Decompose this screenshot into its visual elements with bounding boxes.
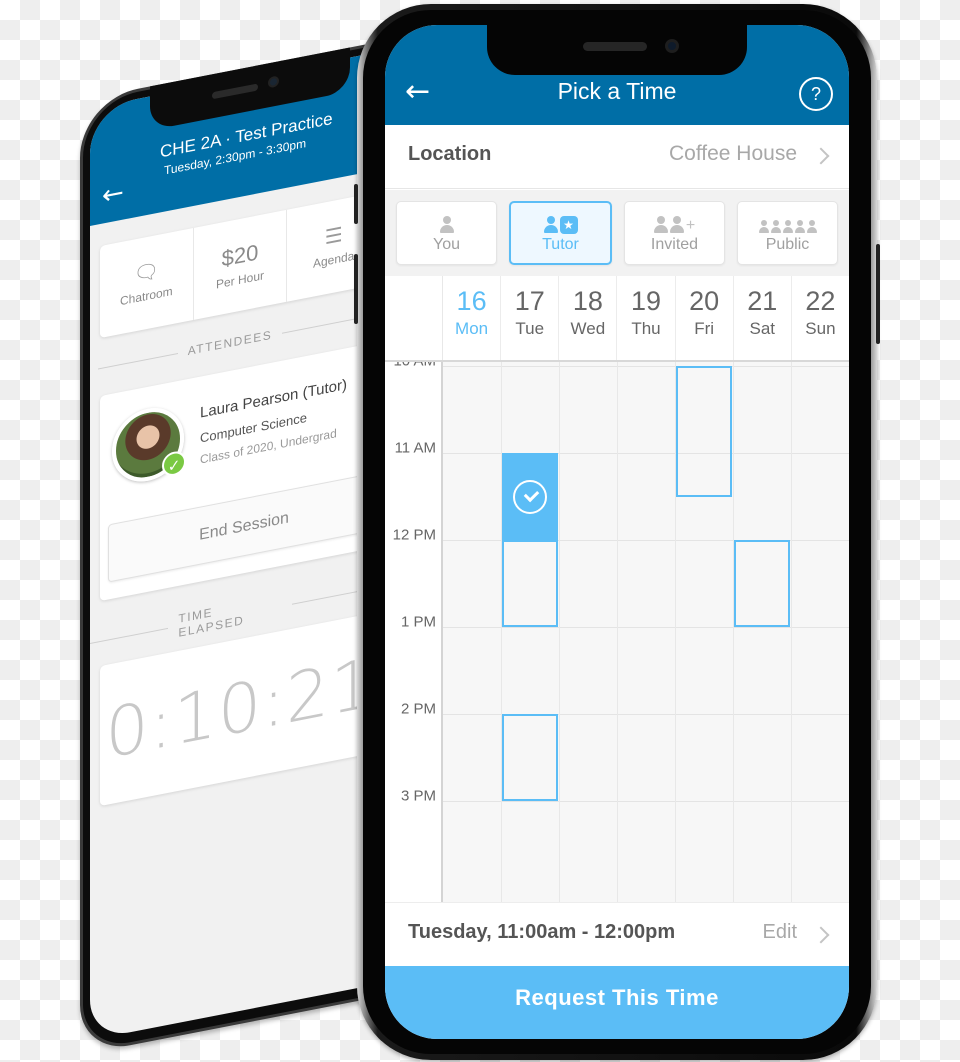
group-icon (758, 212, 817, 234)
time-label: 11 AM (394, 439, 436, 457)
time-axis: 9 AM10 AM11 AM12 PM1 PM2 PM3 PM (385, 362, 443, 902)
time-label: 12 PM (392, 526, 436, 544)
attendee-name: Laura Pearson (Tutor) (200, 376, 348, 422)
hour-gridline (443, 627, 849, 628)
tutor-avatar[interactable]: ✓ (112, 401, 186, 488)
day-column-wed[interactable]: 18 Wed (559, 276, 618, 360)
location-row[interactable]: Location Coffee House (385, 125, 849, 189)
day-gridline (733, 362, 734, 902)
day-gutter (385, 276, 443, 360)
available-time-slot[interactable] (502, 540, 558, 627)
list-icon: ☰ (324, 223, 343, 250)
location-label: Location (408, 143, 492, 165)
check-circle-icon (513, 479, 547, 514)
speaker-grille (583, 42, 647, 51)
visibility-you-button[interactable]: You (396, 201, 497, 265)
chatroom-label: Chatroom (119, 283, 173, 309)
request-time-button[interactable]: Request This Time (385, 966, 849, 1039)
session-screen: ← CHE 2A · Test Practice Tuesday, 2:30pm… (90, 53, 370, 1041)
visibility-invited-label: Invited (650, 236, 699, 253)
day-column-mon[interactable]: 16 Mon (443, 276, 502, 360)
day-number: 19 (630, 286, 662, 316)
visibility-public-button[interactable]: Public (737, 201, 838, 265)
agenda-label: Agenda (312, 248, 355, 271)
visibility-invited-button[interactable]: + Invited (624, 201, 725, 265)
page-title: Pick a Time (557, 78, 677, 104)
visibility-selector: You ★ Tutor + Invited Public (385, 190, 849, 276)
back-arrow-icon[interactable]: ← (102, 177, 124, 211)
time-label: 3 PM (400, 787, 436, 805)
day-gridline (501, 362, 502, 902)
visibility-you-label: You (433, 236, 460, 253)
phone-notch (487, 25, 747, 75)
calendar-grid[interactable]: 9 AM10 AM11 AM12 PM1 PM2 PM3 PM (385, 362, 849, 902)
chevron-right-icon (812, 147, 830, 165)
available-time-slot[interactable] (502, 714, 558, 801)
hour-gridline (443, 801, 849, 802)
available-time-slot[interactable] (734, 540, 790, 627)
help-icon[interactable]: ? (799, 77, 833, 111)
chat-bubble-icon: 🗨 (133, 259, 160, 287)
selected-time-text: Tuesday, 11:00am - 12:00pm (408, 921, 676, 943)
edit-link[interactable]: Edit (763, 921, 797, 944)
rate-value: $20 (221, 239, 259, 272)
volume-up-button (354, 254, 358, 324)
speaker-grille (212, 83, 258, 100)
available-time-slot[interactable] (676, 366, 732, 497)
day-number: 16 (456, 286, 487, 316)
chatroom-button[interactable]: 🗨 Chatroom (100, 227, 194, 339)
time-label: 2 PM (400, 700, 436, 718)
calendar-cells[interactable] (443, 362, 849, 902)
power-button (876, 244, 880, 344)
people-plus-icon: + (653, 212, 695, 234)
day-number: 20 (689, 286, 720, 316)
day-name: Wed (570, 319, 606, 338)
day-gridline (791, 362, 792, 902)
day-column-thu[interactable]: 19 Thu (617, 276, 676, 360)
rate-stat: $20 Per Hour (193, 209, 288, 320)
verified-check-icon: ✓ (162, 449, 186, 479)
time-label: 10 AM (393, 362, 436, 369)
selected-time-row[interactable]: Tuesday, 11:00am - 12:00pm Edit (385, 902, 849, 966)
day-column-fri[interactable]: 20 Fri (676, 276, 734, 360)
person-icon (439, 212, 454, 234)
tutor-star-icon: ★ (543, 212, 578, 234)
day-name: Fri (694, 319, 715, 338)
visibility-public-label: Public (765, 236, 810, 253)
pick-time-screen: ← Pick a Time ? Location Coffee House Yo… (385, 25, 849, 1039)
day-name: Mon (455, 319, 489, 338)
end-session-button[interactable]: End Session (108, 471, 370, 583)
day-number: 18 (572, 286, 603, 316)
day-name: Thu (631, 319, 661, 338)
day-column-sat[interactable]: 21 Sat (734, 276, 792, 360)
visibility-tutor-label: Tutor (542, 236, 579, 253)
day-name: Sun (805, 319, 836, 338)
day-name: Tue (515, 319, 545, 338)
day-number: 21 (747, 286, 778, 316)
day-gridline (559, 362, 560, 902)
week-days-header: 16 Mon 17 Tue 18 Wed 19 Thu 20 Fri 21 Sat 22 Sun (385, 276, 849, 362)
attendee-card: ✓ Laura Pearson (Tutor) Computer Science… (100, 341, 370, 602)
visibility-tutor-button[interactable]: ★ Tutor (509, 201, 612, 265)
session-phone-mockup: ← CHE 2A · Test Practice Tuesday, 2:30pm… (80, 0, 380, 1060)
day-column-sun[interactable]: 22 Sun (792, 276, 849, 360)
day-number: 17 (514, 286, 545, 316)
front-camera (268, 75, 279, 89)
day-name: Sat (749, 319, 776, 338)
selected-time-slot[interactable] (502, 453, 558, 540)
attendees-heading: ATTENDEES (187, 327, 273, 359)
day-gridline (617, 362, 618, 902)
time-label: 1 PM (400, 613, 436, 631)
chevron-right-icon (812, 926, 830, 944)
front-camera (665, 39, 679, 53)
pick-time-phone-mockup: ← Pick a Time ? Location Coffee House Yo… (354, 4, 880, 1060)
day-number: 22 (805, 286, 836, 316)
hour-gridline (443, 366, 849, 367)
location-value: Coffee House (668, 142, 797, 165)
silent-switch (354, 184, 358, 224)
day-column-tue[interactable]: 17 Tue (501, 276, 560, 360)
